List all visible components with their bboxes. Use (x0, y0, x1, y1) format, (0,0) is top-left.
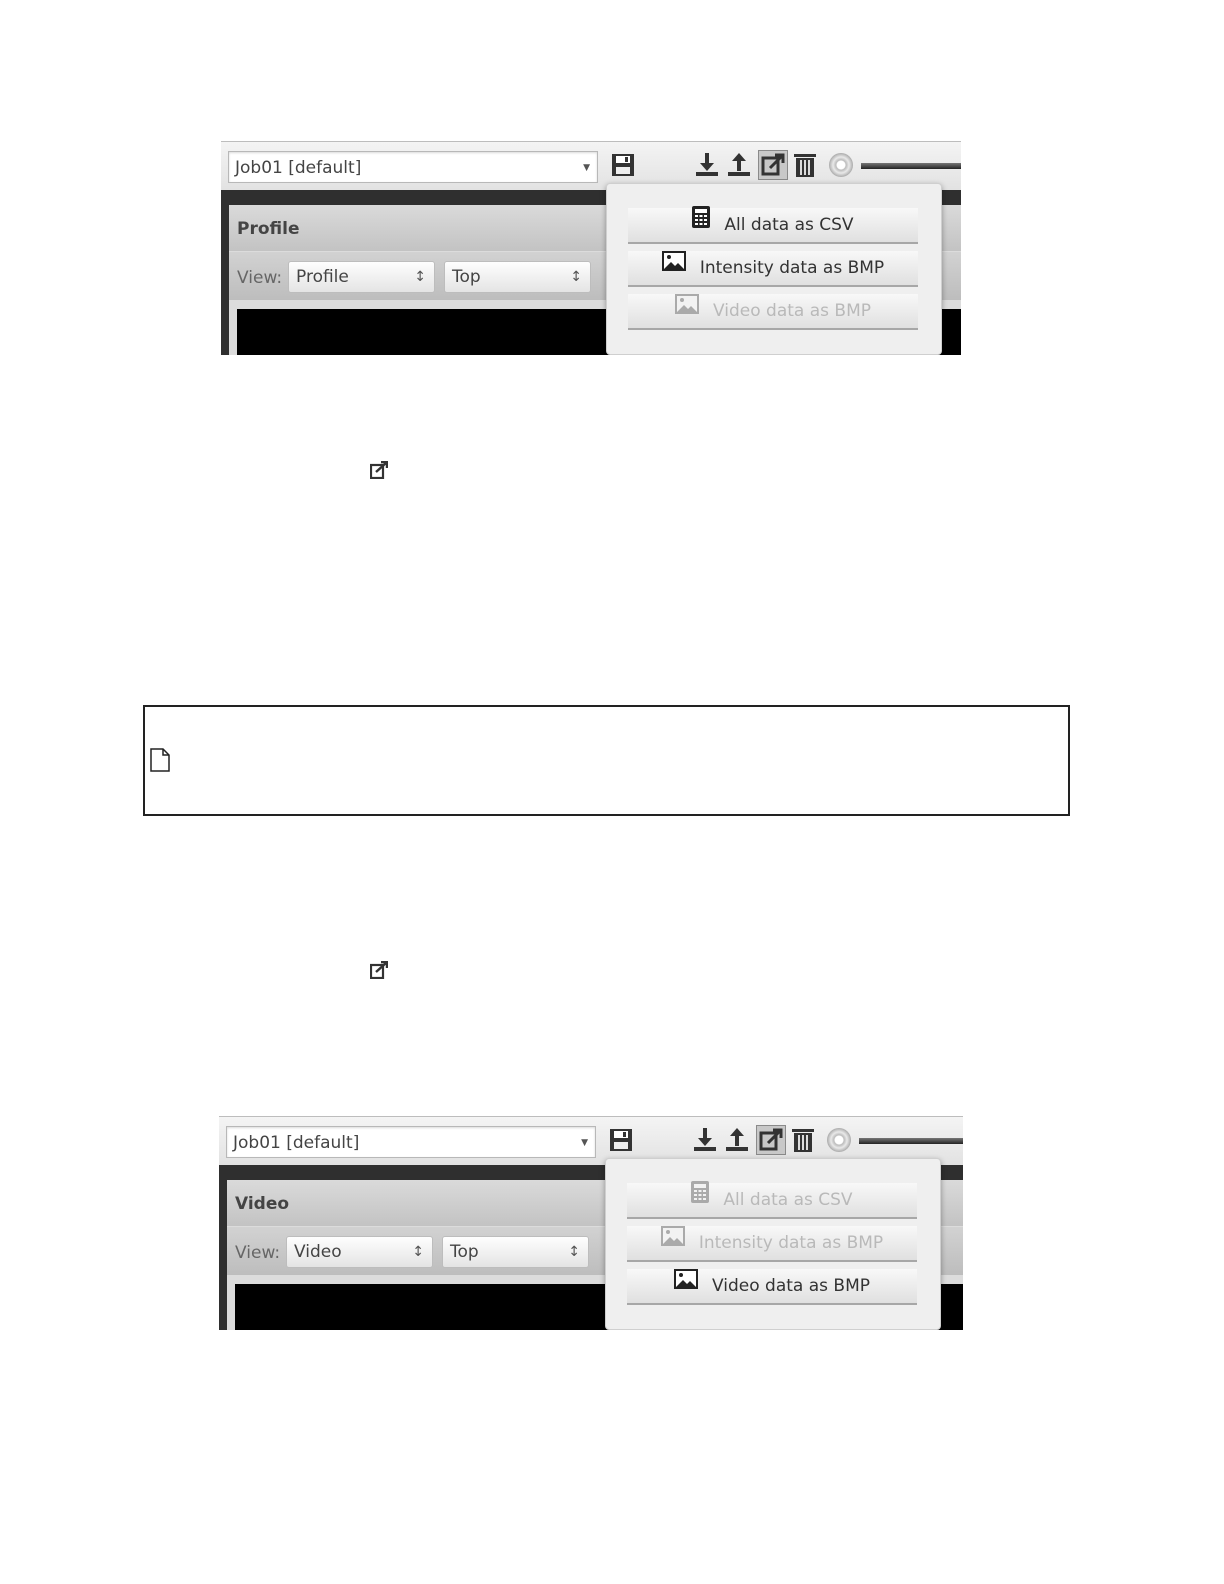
image-icon (661, 249, 686, 283)
export-intensity-button[interactable]: Intensity data as BMP (628, 251, 918, 287)
export-csv-button[interactable]: All data as CSV (628, 206, 918, 244)
trash-icon[interactable] (793, 152, 817, 178)
export-icon[interactable] (756, 1125, 786, 1155)
orientation-select-value: Top (450, 1242, 479, 1262)
export-csv-button[interactable]: All data as CSV (627, 1181, 917, 1219)
note-box (143, 705, 1070, 816)
updown-icon: ↕ (568, 1244, 580, 1260)
external-link-icon[interactable] (370, 961, 388, 979)
export-video-button[interactable]: Video data as BMP (628, 294, 918, 330)
job-select-value: Job01 [default] (233, 1133, 360, 1153)
slider-track[interactable] (861, 163, 961, 169)
slider-knob[interactable] (827, 1128, 851, 1152)
save-icon[interactable] (609, 1127, 633, 1153)
calculator-icon (691, 1181, 710, 1215)
job-select[interactable]: Job01 [default] ▼ (228, 151, 598, 183)
orientation-select-value: Top (452, 267, 481, 287)
trash-icon[interactable] (791, 1127, 815, 1153)
export-icon[interactable] (758, 150, 788, 180)
updown-icon: ↕ (414, 269, 426, 285)
orientation-select[interactable]: Top ↕ (444, 261, 591, 293)
upload-icon[interactable] (727, 152, 751, 178)
image-icon (675, 292, 699, 326)
document-icon (150, 748, 170, 772)
job-select-value: Job01 [default] (235, 158, 362, 178)
save-icon[interactable] (611, 152, 635, 178)
download-icon[interactable] (695, 152, 719, 178)
view-select[interactable]: Profile ↕ (288, 261, 435, 293)
updown-icon: ↕ (412, 1244, 424, 1260)
export-csv-label: All data as CSV (723, 1190, 853, 1210)
view-select[interactable]: Video ↕ (286, 1236, 433, 1268)
export-video-label: Video data as BMP (712, 1276, 870, 1296)
slider-knob[interactable] (829, 153, 853, 177)
export-video-label: Video data as BMP (713, 301, 871, 321)
upload-icon[interactable] (725, 1127, 749, 1153)
export-intensity-label: Intensity data as BMP (698, 1233, 884, 1253)
external-link-icon[interactable] (370, 461, 388, 479)
export-menu-screenshot-video: Job01 [default] ▼ Video View: Video ↕ To… (219, 1116, 963, 1330)
export-menu-screenshot-profile: Job01 [default] ▼ Profile View: Profile … (221, 141, 961, 355)
image-icon (674, 1267, 698, 1301)
download-icon[interactable] (693, 1127, 717, 1153)
chevron-down-icon: ▼ (583, 163, 590, 173)
view-select-value: Video (294, 1242, 342, 1262)
chevron-down-icon: ▼ (581, 1138, 588, 1148)
view-label: View: (235, 1243, 281, 1263)
image-icon (660, 1224, 685, 1258)
export-intensity-label: Intensity data as BMP (699, 258, 885, 278)
export-video-button[interactable]: Video data as BMP (627, 1269, 917, 1305)
export-csv-label: All data as CSV (724, 215, 854, 235)
export-intensity-button[interactable]: Intensity data as BMP (627, 1226, 917, 1262)
orientation-select[interactable]: Top ↕ (442, 1236, 589, 1268)
slider-track[interactable] (859, 1138, 963, 1144)
calculator-icon (692, 206, 711, 240)
export-popup: All data as CSV Intensity data as BMP Vi… (606, 183, 942, 355)
job-select[interactable]: Job01 [default] ▼ (226, 1126, 596, 1158)
updown-icon: ↕ (570, 269, 582, 285)
view-label: View: (237, 268, 283, 288)
view-select-value: Profile (296, 267, 349, 287)
export-popup: All data as CSV Intensity data as BMP Vi… (605, 1158, 941, 1330)
